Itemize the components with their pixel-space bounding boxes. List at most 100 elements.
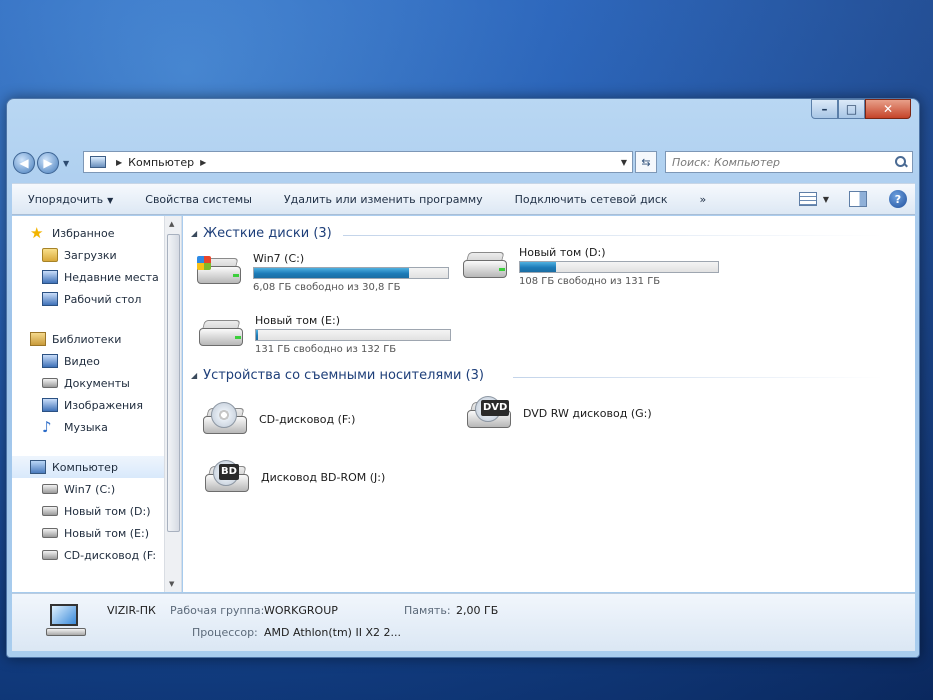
change-view-icon[interactable] [798,192,817,206]
drive-name: Win7 (C:) [253,252,305,265]
breadcrumb-chevron-icon[interactable]: ▶ [116,158,122,167]
sidebar-item-desktop[interactable]: Рабочий стол [12,288,181,310]
group-title: Устройства со съемными носителями (3) [203,368,485,383]
computer-icon [46,604,86,636]
drive-tile-g[interactable]: DVD DVD RW дисковод (G:) [465,396,652,432]
hard-drive-icon [42,528,58,538]
drive-tile-f[interactable]: CD-дисковод (F:) [201,402,355,438]
group-title: Жесткие диски (3) [203,226,332,241]
drive-tile-d[interactable]: Новый том (D:) 108 ГБ свободно из 131 ГБ [461,246,719,287]
address-bar[interactable]: ▶ Компьютер ▶ ▼ [83,151,633,173]
cd-drive-icon [201,402,251,438]
documents-library-icon [42,378,58,388]
music-note-icon: ♪ [42,417,52,436]
address-dropdown-icon[interactable]: ▼ [616,158,632,167]
sidebar-item-label: Новый том (D:) [64,504,151,518]
maximize-button[interactable]: □ [838,99,865,119]
organize-label: Упорядочить [28,192,104,206]
windows-logo-icon [197,256,211,270]
search-icon[interactable] [894,155,908,169]
caption-buttons: – □ ✕ [811,99,911,119]
navigation-scrollbar[interactable]: ▲ ▼ [164,216,181,592]
computer-icon [90,156,106,168]
sidebar-item-drive-f[interactable]: CD-дисковод (F: [12,544,181,566]
group-divider [513,377,883,378]
sidebar-item-drive-e[interactable]: Новый том (E:) [12,522,181,544]
view-dropdown-icon[interactable]: ▼ [823,195,829,204]
recent-places-icon [42,270,58,284]
drive-tile-j[interactable]: BD Дисковод BD-ROM (J:) [203,460,385,496]
search-input[interactable]: Поиск: Компьютер [665,151,913,173]
hard-drive-icon [42,506,58,516]
content-area: ◢ Жесткие диски (3) Win7 (C:) 6,08 ГБ св… [183,216,915,592]
workgroup-value: WORKGROUP [264,604,338,617]
memory-value: 2,00 ГБ [456,604,499,617]
preview-pane-icon[interactable] [849,191,867,207]
more-commands-button[interactable]: » [684,193,723,206]
collapse-triangle-icon[interactable]: ◢ [191,371,197,380]
refresh-button[interactable]: ⇆ [635,151,657,173]
sidebar-item-favorites[interactable]: ★ Избранное [12,222,181,244]
sidebar-item-label: Изображения [64,398,143,412]
sidebar-item-label: Избранное [52,226,115,240]
sidebar-item-label: CD-дисковод (F: [64,548,157,562]
dvd-badge: DVD [481,400,510,416]
drive-tile-e-main[interactable]: Новый том (E:) 131 ГБ свободно из 132 ГБ [197,314,451,355]
back-arrow-icon: ◀ [19,156,29,170]
sidebar-item-pictures[interactable]: Изображения [12,394,181,416]
hard-drive-icon [195,252,245,288]
bd-drive-icon: BD [203,460,253,496]
organize-button[interactable]: Упорядочить ▼ [12,193,129,206]
computer-icon [30,460,46,474]
libraries-group: Библиотеки Видео Документы Изображения ♪… [12,328,181,438]
map-network-drive-button[interactable]: Подключить сетевой диск [499,193,684,206]
scroll-up-icon[interactable]: ▲ [169,220,174,228]
sidebar-item-label: Новый том (E:) [64,526,149,540]
details-pane: VIZIR-ПК Рабочая группа: WORKGROUP Памят… [12,593,915,651]
sidebar-item-downloads[interactable]: Загрузки [12,244,181,266]
minimize-button[interactable]: – [811,99,838,119]
hard-drives-group-header[interactable]: ◢ Жесткие диски (3) [191,226,332,241]
forward-arrow-icon: ▶ [43,156,53,170]
sidebar-item-label: Загрузки [64,248,117,262]
sidebar-item-recent-places[interactable]: Недавние места [12,266,181,288]
capacity-bar-fill [520,262,556,272]
back-button[interactable]: ◀ [13,152,35,174]
navigation-bar: ◀ ▶ ▼ ▶ Компьютер ▶ ▼ ⇆ Поиск: Компьютер [13,149,913,177]
sidebar-item-computer[interactable]: Компьютер [12,456,181,478]
drive-free-space: 6,08 ГБ свободно из 30,8 ГБ [253,282,401,293]
sidebar-item-videos[interactable]: Видео [12,350,181,372]
drive-tile-c[interactable]: Win7 (C:) 6,08 ГБ свободно из 30,8 ГБ [195,252,449,293]
sidebar-item-label: Компьютер [52,460,118,474]
sidebar-item-drive-d[interactable]: Новый том (D:) [12,500,181,522]
capacity-bar [253,267,449,279]
breadcrumb-computer[interactable]: Компьютер [128,156,194,169]
hard-drive-icon [461,246,511,282]
sidebar-item-documents[interactable]: Документы [12,372,181,394]
scroll-down-icon[interactable]: ▼ [169,580,174,588]
dvd-drive-icon: DVD [465,396,515,432]
recent-pages-dropdown-icon[interactable]: ▼ [63,159,69,168]
system-properties-button[interactable]: Свойства системы [129,193,268,206]
forward-button[interactable]: ▶ [37,152,59,174]
scroll-thumb[interactable] [167,234,180,532]
breadcrumb-chevron-icon[interactable]: ▶ [200,158,206,167]
removable-group-header[interactable]: ◢ Устройства со съемными носителями (3) [191,368,484,383]
close-button[interactable]: ✕ [865,99,911,119]
capacity-bar-fill [256,330,258,340]
processor-label: Процессор: [192,626,258,639]
sidebar-item-libraries[interactable]: Библиотеки [12,328,181,350]
video-library-icon [42,354,58,368]
sidebar-item-label: Документы [64,376,130,390]
uninstall-program-button[interactable]: Удалить или изменить программу [268,193,499,206]
drive-name: CD-дисковод (F:) [259,412,356,426]
drive-name: Новый том (E:) [255,314,340,327]
help-icon[interactable]: ? [889,190,907,208]
sidebar-item-label: Видео [64,354,100,368]
sidebar-item-drive-c[interactable]: Win7 (C:) [12,478,181,500]
cd-drive-icon [42,550,58,560]
capacity-bar [519,261,719,273]
collapse-triangle-icon[interactable]: ◢ [191,229,197,238]
hard-drive-icon [197,314,247,350]
sidebar-item-music[interactable]: ♪ Музыка [12,416,181,438]
